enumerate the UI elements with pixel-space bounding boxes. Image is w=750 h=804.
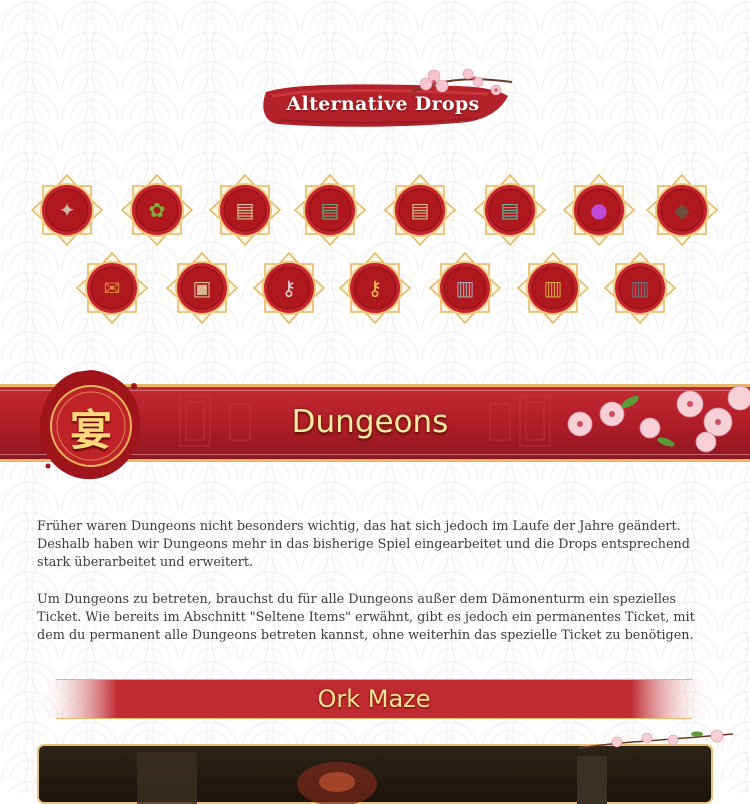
drop-item[interactable]: ▥ bbox=[517, 252, 589, 324]
drop-item[interactable]: ⚷ bbox=[253, 252, 325, 324]
drop-item[interactable]: ◆ bbox=[646, 174, 718, 246]
ork-maze-banner: Ork Maze bbox=[36, 676, 712, 722]
drop-item[interactable]: ● bbox=[563, 174, 635, 246]
drop-item[interactable]: ▤ bbox=[209, 174, 281, 246]
dungeons-title: Dungeons bbox=[291, 404, 449, 440]
book-tan-2-icon: ▤ bbox=[410, 198, 430, 222]
drop-item[interactable]: ▤ bbox=[474, 174, 546, 246]
cherry-blossom-icon bbox=[411, 68, 513, 96]
book-teal-icon: ▤ bbox=[500, 198, 520, 222]
fan-icon: ✦ bbox=[58, 198, 76, 222]
chest-silver-icon: ▥ bbox=[455, 276, 475, 300]
drop-item[interactable]: ▤ bbox=[294, 174, 366, 246]
paper-horse-icon: ▣ bbox=[192, 276, 212, 300]
chest-gold-icon: ▥ bbox=[543, 276, 563, 300]
drop-item[interactable]: ⚷ bbox=[339, 252, 411, 324]
dungeons-paragraph-1: Früher waren Dungeons nicht besonders wi… bbox=[37, 519, 690, 570]
chest-dark-icon: ▥ bbox=[630, 276, 650, 300]
silver-key-icon: ⚷ bbox=[281, 276, 297, 300]
alternative-drops-banner: Alternative Drops bbox=[258, 68, 520, 130]
bouquet-icon: ✿ bbox=[148, 198, 166, 222]
drop-item[interactable]: ✉ bbox=[76, 252, 148, 324]
drop-item[interactable]: ✿ bbox=[121, 174, 193, 246]
ore-chunk-icon: ◆ bbox=[674, 198, 690, 222]
drop-item[interactable]: ▥ bbox=[429, 252, 501, 324]
seal-emblem: 宴 bbox=[36, 366, 146, 484]
ork-maze-title: Ork Maze bbox=[317, 685, 431, 713]
scroll-bundle-icon: ✉ bbox=[103, 276, 121, 300]
ork-maze-screenshot bbox=[37, 729, 734, 804]
book-green-icon: ▤ bbox=[320, 198, 340, 222]
purple-orb-icon: ● bbox=[590, 198, 608, 222]
gold-key-icon: ⚷ bbox=[367, 276, 383, 300]
dungeons-paragraph-2: Um Dungeons zu betreten, brauchst du für… bbox=[37, 592, 695, 643]
ork-maze-blossom-icon bbox=[578, 729, 734, 749]
drop-item[interactable]: ✦ bbox=[31, 174, 103, 246]
seal-character: 宴 bbox=[69, 405, 112, 455]
book-tan-icon: ▤ bbox=[235, 198, 255, 222]
drop-item[interactable]: ▥ bbox=[604, 252, 676, 324]
drop-item[interactable]: ▤ bbox=[384, 174, 456, 246]
drop-item[interactable]: ▣ bbox=[166, 252, 238, 324]
